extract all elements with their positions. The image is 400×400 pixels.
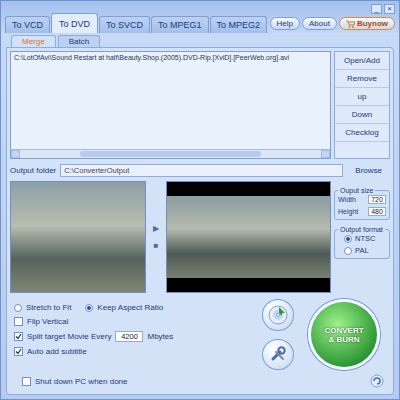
buy-button[interactable]: Buynow bbox=[339, 17, 395, 30]
preview-row: ▶■Ouput sizeWidth720Height480Output form… bbox=[10, 181, 390, 293]
split-size-field[interactable]: 4200 bbox=[115, 331, 143, 342]
size-label: Width bbox=[338, 196, 356, 203]
player-button[interactable]: ▶ bbox=[153, 224, 159, 233]
burn-disc-button[interactable] bbox=[262, 299, 294, 331]
horizontal-scrollbar[interactable] bbox=[11, 149, 330, 158]
output-format-title: Output format bbox=[338, 226, 385, 233]
scaling-label: Stretch to Fit bbox=[26, 303, 71, 312]
player-button[interactable]: ■ bbox=[154, 241, 159, 250]
output-frame bbox=[167, 196, 330, 278]
list-button[interactable]: Remove bbox=[335, 70, 389, 88]
split-option[interactable]: Split target Movie Every 4200 Mbytes bbox=[14, 331, 254, 342]
option-label: Flip Vertical bbox=[27, 317, 68, 326]
tools-icon bbox=[268, 344, 288, 364]
format-tab[interactable]: To SVCD bbox=[99, 16, 150, 33]
list-button[interactable]: up bbox=[335, 88, 389, 106]
browse-button[interactable]: Browse bbox=[347, 165, 390, 176]
convert-burn-button[interactable]: CONVERT& BURN bbox=[308, 299, 380, 370]
scaling-option[interactable]: Stretch to Fit bbox=[14, 303, 71, 312]
checkbox-option[interactable]: Flip Vertical bbox=[14, 317, 254, 326]
scroll-thumb[interactable] bbox=[80, 151, 261, 157]
window-controls: _× bbox=[371, 4, 395, 14]
list-button[interactable]: Down bbox=[335, 106, 389, 124]
format-radio[interactable] bbox=[344, 235, 352, 243]
checkbox[interactable] bbox=[22, 377, 31, 386]
main-panel: C:\LotOfAvi\Sound Restart at half\Beauty… bbox=[6, 47, 394, 395]
size-row: Width 720 bbox=[338, 195, 386, 204]
output-folder-label: Output folder bbox=[10, 166, 56, 175]
output-format-group: Output formatNTSC PAL bbox=[334, 226, 390, 259]
header-buttons: HelpAboutBuynow bbox=[270, 17, 395, 30]
checkbox[interactable] bbox=[14, 317, 23, 326]
output-preview bbox=[166, 181, 331, 293]
format-option[interactable]: NTSC bbox=[338, 234, 386, 243]
scaling-group: Stretch to Fit Keep Aspect Ratio bbox=[14, 303, 254, 312]
list-button[interactable]: Checklog bbox=[335, 124, 389, 142]
scaling-label: Keep Aspect Ratio bbox=[97, 303, 163, 312]
file-item[interactable]: C:\LotOfAvi\Sound Restart at half\Beauty… bbox=[11, 52, 330, 63]
format-tabs: To VCDTo DVDTo SVCDTo MPEG1To MPEG2 bbox=[5, 13, 267, 33]
check-icon bbox=[15, 333, 22, 340]
format-tab[interactable]: To MPEG1 bbox=[151, 16, 209, 33]
option-label: Auto add subtitle bbox=[27, 347, 87, 356]
mode-tab[interactable]: Batch bbox=[58, 35, 100, 47]
scaling-option[interactable]: Keep Aspect Ratio bbox=[85, 303, 163, 312]
shutdown-row: Shut down PC when done bbox=[10, 374, 390, 391]
convert-label: & BURN bbox=[328, 335, 359, 344]
shutdown-option[interactable]: Shut down PC when done bbox=[22, 377, 128, 386]
output-folder-row: Output folder C:\ConverterOutput Browse bbox=[10, 163, 390, 177]
format-radio[interactable] bbox=[344, 247, 352, 255]
size-row: Height 480 bbox=[338, 207, 386, 216]
checkbox[interactable] bbox=[14, 332, 23, 341]
file-section: C:\LotOfAvi\Sound Restart at half\Beauty… bbox=[10, 51, 390, 159]
split-unit: Mbytes bbox=[147, 332, 173, 341]
cart-icon bbox=[346, 20, 355, 28]
window-control-button[interactable]: _ bbox=[371, 4, 382, 14]
checkbox[interactable] bbox=[14, 347, 23, 356]
scroll-right-button[interactable] bbox=[321, 150, 330, 158]
format-tab[interactable]: To VCD bbox=[5, 16, 50, 33]
source-preview bbox=[10, 181, 146, 293]
output-size-title: Ouput size bbox=[338, 187, 375, 194]
format-label: NTSC bbox=[355, 234, 375, 243]
header-button[interactable]: About bbox=[302, 17, 337, 30]
scaling-radio[interactable] bbox=[14, 304, 22, 312]
format-label: PAL bbox=[355, 246, 369, 255]
convert-label: CONVERT bbox=[324, 326, 363, 335]
scaling-radio[interactable] bbox=[85, 304, 93, 312]
checkbox-option[interactable]: Auto add subtitle bbox=[14, 347, 254, 356]
format-tab[interactable]: To DVD bbox=[51, 13, 98, 33]
list-space bbox=[11, 63, 330, 149]
player-controls: ▶■ bbox=[149, 181, 163, 293]
list-button[interactable]: Open/Add bbox=[335, 52, 389, 70]
options-list: Stretch to Fit Keep Aspect Ratio Flip Vert… bbox=[14, 299, 254, 370]
disc-icon bbox=[267, 304, 289, 326]
output-size-group: Ouput size Width 720 Height 480 bbox=[334, 187, 390, 220]
window-control-button[interactable]: × bbox=[384, 4, 395, 14]
output-settings: Ouput size Width 720 Height 480 Output format… bbox=[334, 181, 390, 293]
mode-tab[interactable]: Merge bbox=[11, 35, 56, 47]
size-field[interactable]: 720 bbox=[368, 195, 386, 204]
header-right: _× HelpAboutBuynow bbox=[270, 4, 395, 33]
option-label: Split target Movie Every bbox=[27, 332, 111, 341]
tool-buttons bbox=[258, 299, 298, 370]
check-icon bbox=[15, 348, 22, 355]
format-option[interactable]: PAL bbox=[338, 246, 386, 255]
size-label: Height bbox=[338, 208, 358, 215]
options-area: Stretch to Fit Keep Aspect Ratio Flip Vert… bbox=[10, 297, 390, 370]
brand-logo-icon bbox=[370, 374, 384, 388]
mode-tabs: MergeBatch bbox=[1, 33, 399, 47]
format-tab[interactable]: To MPEG2 bbox=[210, 16, 268, 33]
shutdown-label: Shut down PC when done bbox=[35, 377, 128, 386]
settings-button[interactable] bbox=[262, 339, 294, 371]
size-field[interactable]: 480 bbox=[368, 207, 386, 216]
file-list[interactable]: C:\LotOfAvi\Sound Restart at half\Beauty… bbox=[10, 51, 331, 159]
convert-area: CONVERT& BURN bbox=[302, 299, 386, 370]
scroll-left-button[interactable] bbox=[11, 150, 20, 158]
converter-window: To VCDTo DVDTo SVCDTo MPEG1To MPEG2 _× Hel… bbox=[0, 0, 400, 400]
header-button[interactable]: Help bbox=[270, 17, 300, 30]
title-bar: To VCDTo DVDTo SVCDTo MPEG1To MPEG2 _× Hel… bbox=[1, 1, 399, 33]
output-folder-field[interactable]: C:\ConverterOutput bbox=[60, 164, 343, 177]
list-buttons: Open/AddRemoveupDownChecklog bbox=[334, 51, 390, 159]
